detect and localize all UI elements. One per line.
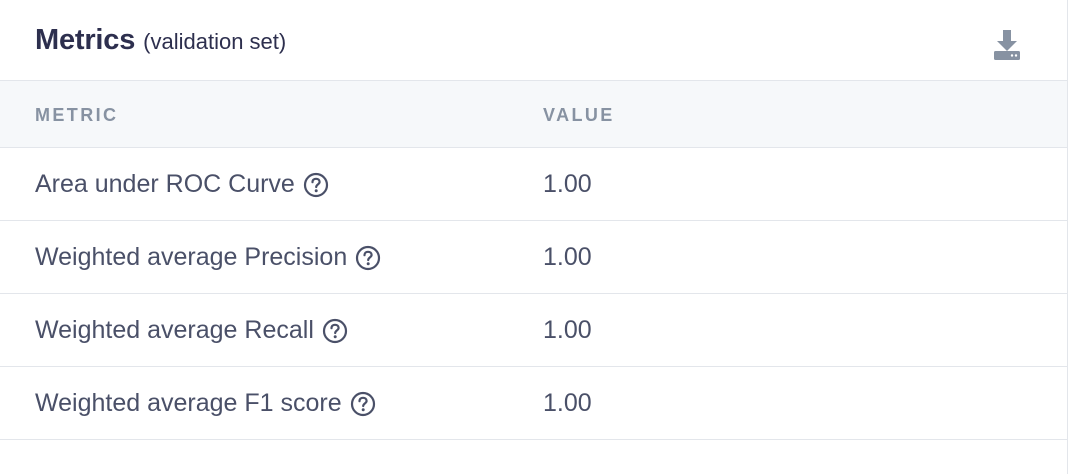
panel-subtitle: (validation set)	[143, 29, 287, 54]
metric-name-cell: Weighted average Recall	[35, 316, 348, 345]
metric-name-cell: Weighted average Precision	[35, 243, 381, 272]
help-icon[interactable]	[303, 172, 329, 198]
download-icon	[994, 30, 1020, 60]
panel-header: Metrics (validation set)	[0, 0, 1067, 81]
metric-name: Weighted average Recall	[35, 316, 314, 344]
download-button[interactable]	[991, 28, 1023, 62]
metric-name-cell: Area under ROC Curve	[35, 170, 329, 199]
metric-name: Weighted average Precision	[35, 243, 348, 271]
metrics-panel: Metrics (validation set) METRIC VALUE Ar…	[0, 0, 1068, 474]
metric-name-cell: Weighted average F1 score	[35, 389, 376, 418]
column-header-metric: METRIC	[35, 105, 119, 125]
metric-value: 1.00	[543, 243, 592, 271]
metric-value: 1.00	[543, 316, 592, 344]
table-row: Weighted average Precision 1.00	[0, 221, 1067, 294]
metric-name: Weighted average F1 score	[35, 389, 342, 417]
help-icon[interactable]	[322, 318, 348, 344]
metric-value: 1.00	[543, 170, 592, 198]
metric-name: Area under ROC Curve	[35, 170, 295, 198]
table-header: METRIC VALUE	[0, 81, 1067, 148]
help-icon[interactable]	[355, 245, 381, 271]
panel-title: Metrics	[35, 23, 136, 56]
help-icon[interactable]	[350, 391, 376, 417]
table-row: Area under ROC Curve 1.00	[0, 148, 1067, 221]
metric-value: 1.00	[543, 389, 592, 417]
column-header-value: VALUE	[543, 105, 615, 125]
table-row: Weighted average Recall 1.00	[0, 294, 1067, 367]
table-row: Weighted average F1 score 1.00	[0, 367, 1067, 440]
